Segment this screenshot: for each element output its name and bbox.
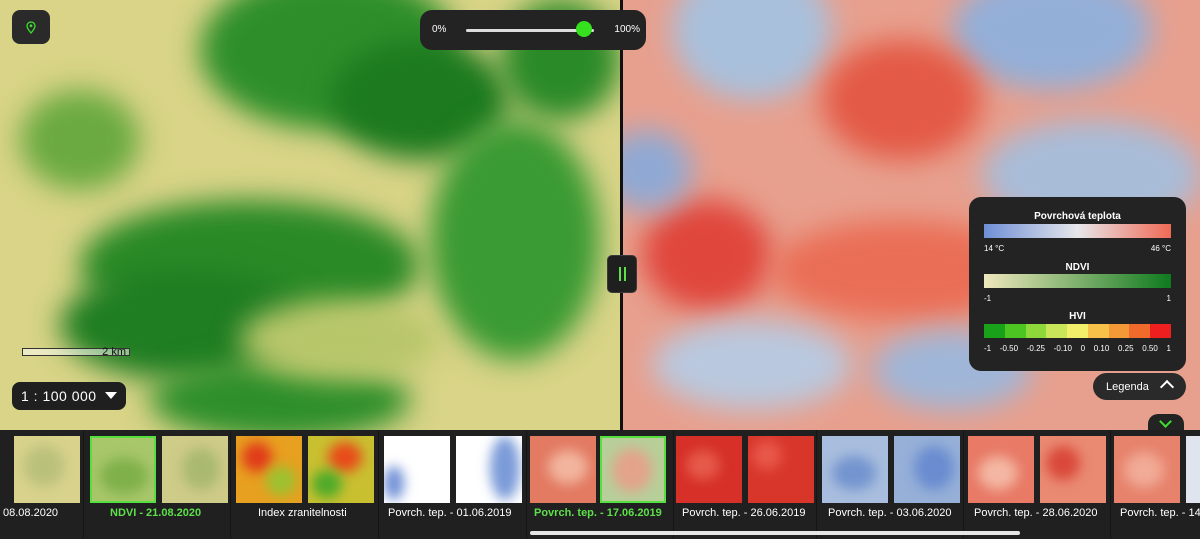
hvi-color-ramp	[984, 324, 1172, 338]
scale-bar: 2 km	[22, 346, 132, 360]
hvi-tick-label: -0.50	[999, 344, 1019, 353]
layer-thumbnail[interactable]	[822, 436, 888, 503]
opacity-slider-track[interactable]	[466, 29, 594, 32]
hvi-tick-label: -0.10	[1053, 344, 1072, 353]
timeline-separator	[673, 430, 674, 539]
scale-bar-label: 2 km	[102, 346, 126, 358]
legend-button-label: Legenda	[1106, 380, 1149, 393]
timeline-label[interactable]: Povrch. tep. - 28.06.2020	[974, 507, 1098, 519]
hvi-tick-label: 1	[1166, 344, 1171, 353]
location-pin-icon	[26, 20, 36, 34]
legend-ndvi-title: NDVI	[1065, 262, 1090, 273]
layer-thumbnail[interactable]	[90, 436, 156, 503]
timeline-label[interactable]: Povrch. tep. - 03.06.2020	[828, 507, 952, 519]
ndvi-map-layer[interactable]	[0, 0, 622, 430]
timeline-label[interactable]: 08.08.2020	[3, 507, 58, 519]
layer-thumbnail[interactable]	[676, 436, 742, 503]
hvi-tick-label: 0	[1080, 344, 1086, 353]
timeline-scrollbar[interactable]	[530, 531, 1020, 535]
ndvi-min-label: -1	[984, 294, 992, 303]
grip-line	[618, 267, 621, 281]
hvi-tick-label: -0.25	[1026, 344, 1045, 353]
layer-thumbnail[interactable]	[384, 436, 450, 503]
timeline-separator	[816, 430, 817, 539]
layer-timeline: 08.08.2020 NDVI - 21.08.2020 Index zrani…	[0, 430, 1200, 539]
timeline-label[interactable]: NDVI - 21.08.2020	[110, 507, 201, 519]
chevron-down-icon	[105, 392, 117, 399]
map-scale-dropdown[interactable]: 1 : 100 000	[12, 382, 126, 410]
layer-thumbnail[interactable]	[236, 436, 302, 503]
timeline-label[interactable]: Povrch. tep. - 17.06.2019	[534, 507, 662, 519]
temperature-max-label: 46 °C	[1150, 244, 1171, 253]
timeline-separator	[230, 430, 231, 539]
hvi-tick-label: 0.50	[1142, 344, 1158, 353]
hvi-color-swatch	[1108, 324, 1130, 338]
layer-thumbnail[interactable]	[600, 436, 666, 503]
layer-thumbnail[interactable]	[968, 436, 1034, 503]
legend-panel: Povrchová teplota 14 °C 46 °C NDVI -1 1 …	[969, 197, 1186, 371]
legend-toggle-button[interactable]: Legenda	[1093, 373, 1186, 400]
timeline-separator	[83, 430, 84, 539]
temperature-color-ramp	[984, 224, 1171, 238]
chevron-down-icon	[1159, 415, 1172, 428]
opacity-max-label: 100%	[614, 24, 640, 35]
layer-thumbnail[interactable]	[894, 436, 960, 503]
map-scale-value: 1 : 100 000	[21, 388, 97, 404]
opacity-slider-thumb[interactable]	[575, 21, 592, 37]
hvi-color-swatch	[1025, 324, 1047, 338]
swipe-handle[interactable]	[607, 255, 637, 293]
timeline-label[interactable]: Povrch. tep. - 26.06.2019	[682, 507, 806, 519]
hvi-color-swatch	[1150, 324, 1172, 338]
legend-hvi-title: HVI	[1069, 311, 1086, 322]
layer-thumbnail[interactable]	[1186, 436, 1200, 503]
layer-thumbnail[interactable]	[14, 436, 80, 503]
hvi-tick-label: 0.25	[1117, 344, 1134, 353]
swipe-divider[interactable]	[620, 0, 623, 430]
timeline-separator	[378, 430, 379, 539]
timeline-separator	[526, 430, 527, 539]
timeline-label[interactable]: Povrch. tep. - 01.06.2019	[388, 507, 512, 519]
hvi-color-swatch	[1087, 324, 1109, 338]
hvi-color-swatch	[1004, 324, 1026, 338]
hvi-color-swatch	[1046, 324, 1068, 338]
temperature-min-label: 14 °C	[984, 244, 1005, 253]
hvi-color-swatch	[984, 324, 1005, 338]
layer-thumbnail[interactable]	[1040, 436, 1106, 503]
hvi-color-swatch	[1067, 324, 1088, 338]
hvi-labels: -1 -0.50 -0.25 -0.10 0 0.10 0.25 0.50 1	[984, 344, 1171, 353]
hvi-tick-label: -1	[984, 344, 992, 353]
opacity-min-label: 0%	[432, 24, 447, 35]
timeline-label[interactable]: Index zranitelnosti	[258, 507, 347, 519]
grip-line	[623, 267, 626, 281]
layer-thumbnail[interactable]	[1114, 436, 1180, 503]
timeline-label[interactable]: Povrch. tep. - 14	[1120, 507, 1200, 519]
layer-thumbnail[interactable]	[456, 436, 522, 503]
layer-thumbnail[interactable]	[162, 436, 228, 503]
layer-thumbnail[interactable]	[530, 436, 596, 503]
locate-button[interactable]	[12, 10, 50, 44]
hvi-color-swatch	[1129, 324, 1151, 338]
legend-temperature-title: Povrchová teplota	[1034, 211, 1121, 222]
ndvi-color-ramp	[984, 274, 1171, 288]
hvi-tick-label: 0.10	[1093, 344, 1110, 353]
timeline-separator	[963, 430, 964, 539]
layer-thumbnail[interactable]	[308, 436, 374, 503]
timeline-separator	[1110, 430, 1111, 539]
ndvi-max-label: 1	[1166, 294, 1171, 303]
layer-thumbnail[interactable]	[748, 436, 814, 503]
opacity-slider-panel: 0% 100%	[420, 10, 646, 50]
chevron-up-icon	[1159, 379, 1175, 395]
